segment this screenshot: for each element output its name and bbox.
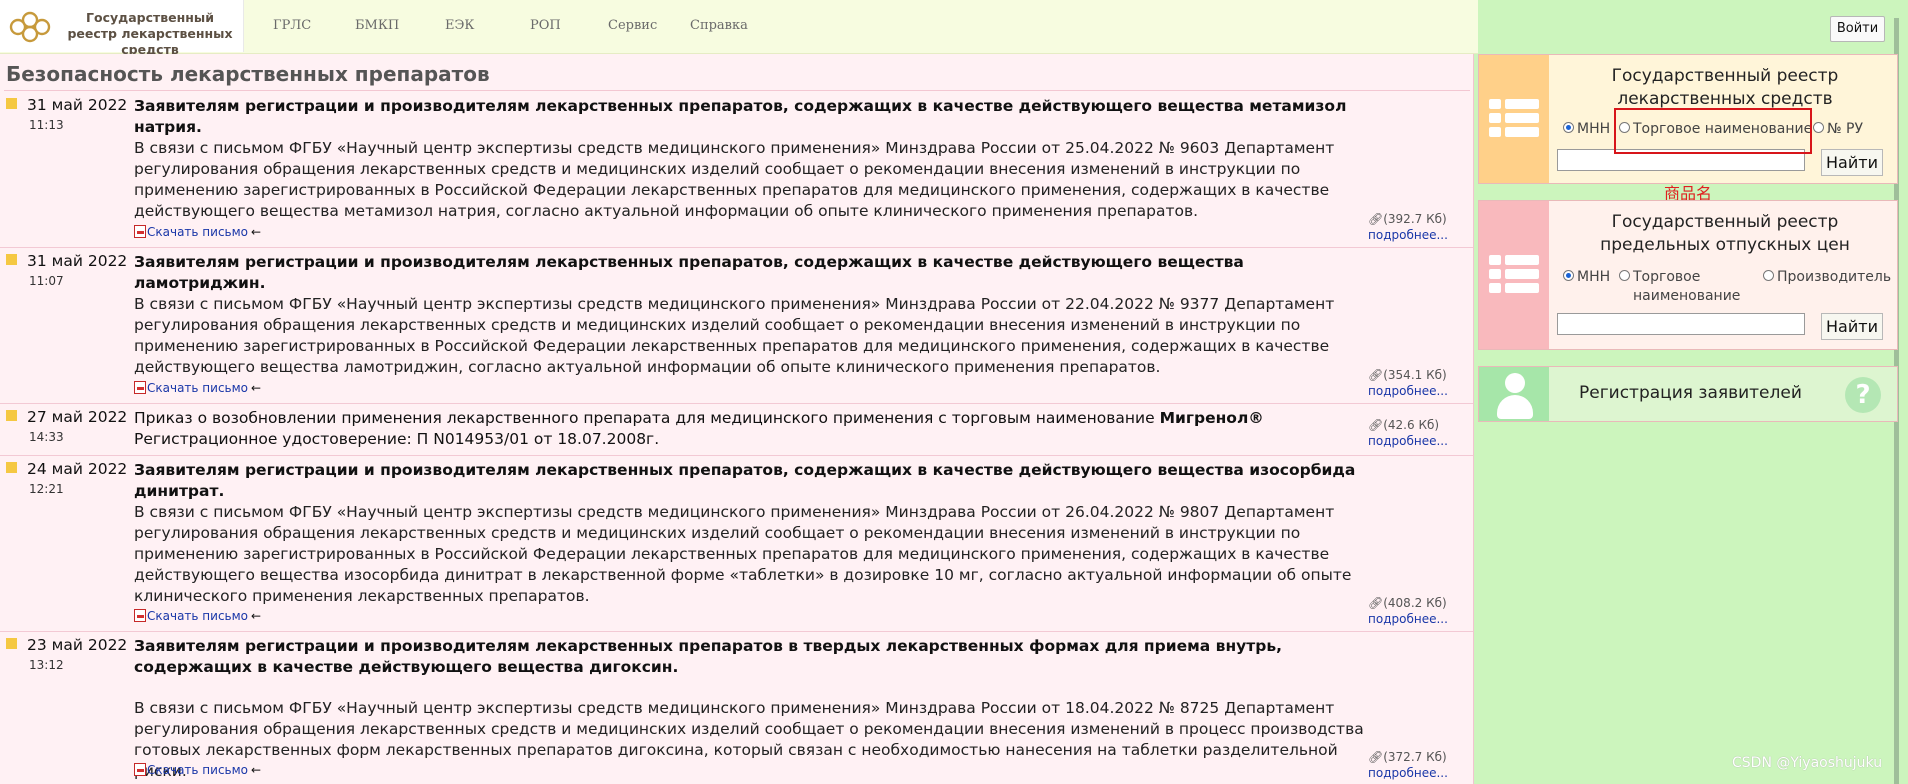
arrow-left-icon: ← — [251, 763, 262, 777]
news-bullet-icon — [6, 638, 17, 649]
news-headline: Заявителям регистрации и производителям … — [134, 461, 1356, 500]
news-time: 11:07 — [29, 274, 64, 288]
radio-dot-icon — [1813, 122, 1824, 133]
applicant-registration-box[interactable]: Регистрация заявителей ? — [1478, 366, 1898, 422]
arrow-left-icon: ← — [251, 381, 262, 395]
pdf-icon — [134, 225, 146, 238]
nav-rop[interactable]: РОП — [530, 18, 561, 33]
grls-side — [1479, 55, 1549, 183]
registration-label: Регистрация заявителей — [1579, 383, 1802, 403]
file-size: 🔗︎(354.1 Кб) — [1368, 368, 1447, 382]
site-logo-text: Государственный реестр лекарственных сре… — [67, 10, 233, 57]
download-letter-link[interactable]: Скачать письмо ← — [134, 381, 261, 395]
radio-dot-icon — [1619, 270, 1630, 281]
radio-trade-name-line2: наименование — [1633, 288, 1741, 304]
title-divider — [4, 90, 1470, 91]
top-bar: Государственный реестр лекарственных сре… — [0, 0, 1478, 57]
file-size: 🔗︎(372.7 Кб) — [1368, 750, 1447, 764]
news-body: В связи с письмом ФГБУ «Научный центр эк… — [134, 699, 1364, 780]
user-icon — [1505, 373, 1525, 393]
news-time: 13:12 — [29, 658, 64, 672]
list-icon — [1489, 99, 1539, 141]
news-headline: Заявителям регистрации и производителям … — [134, 97, 1347, 136]
radio-dot-icon — [1563, 122, 1574, 133]
news-bullet-icon — [6, 254, 17, 265]
radio-dot-icon — [1563, 270, 1574, 281]
trade-name: Мигренол® — [1159, 409, 1264, 427]
news-date: 23 май 2022 — [27, 636, 128, 654]
news-headline: Заявителям регистрации и производителям … — [134, 637, 1283, 676]
site-logo[interactable]: Государственный реестр лекарственных сре… — [0, 0, 244, 57]
file-size: 🔗︎(42.6 Кб) — [1368, 418, 1440, 432]
radio-manufacturer[interactable]: Производитель — [1763, 269, 1891, 285]
news-bullet-icon — [6, 462, 17, 473]
pdf-icon — [134, 381, 146, 394]
radio-ru-number[interactable]: № РУ — [1813, 121, 1863, 137]
more-link[interactable]: подробнее... — [1368, 434, 1448, 448]
download-letter-link[interactable]: Скачать письмо ← — [134, 609, 261, 623]
login-button[interactable]: Войти — [1830, 16, 1885, 42]
more-link[interactable]: подробнее... — [1368, 228, 1448, 242]
news-body: В связи с письмом ФГБУ «Научный центр эк… — [134, 139, 1335, 220]
news-headline: Заявителям регистрации и производителям … — [134, 253, 1244, 292]
nav-eek[interactable]: ЕЭК — [445, 18, 475, 33]
news-date: 27 май 2022 — [27, 408, 128, 426]
download-letter-link[interactable]: Скачать письмо ← — [134, 225, 261, 239]
news-body: В связи с письмом ФГБУ «Научный центр эк… — [134, 295, 1335, 376]
registration-side — [1479, 367, 1549, 421]
news-date: 24 май 2022 — [27, 460, 128, 478]
nav-help[interactable]: Справка — [690, 18, 748, 33]
news-time: 14:33 — [29, 430, 64, 444]
download-letter-link[interactable]: Скачать письмо ← — [134, 763, 261, 777]
news-time: 12:21 — [29, 482, 64, 496]
price-title: Государственный реестр предельных отпуск… — [1600, 212, 1850, 255]
radio-mnn[interactable]: МНН — [1563, 121, 1610, 137]
pdf-icon — [134, 609, 146, 622]
pdf-icon — [134, 763, 146, 776]
news-date: 31 май 2022 — [27, 96, 128, 114]
rings-logo-icon — [9, 11, 51, 43]
section-title: Безопасность лекарственных препаратов — [6, 62, 490, 86]
download-label: Скачать письмо — [147, 225, 249, 239]
price-find-button[interactable]: Найти — [1821, 313, 1883, 340]
more-link[interactable]: подробнее... — [1368, 612, 1448, 626]
nav-grls[interactable]: ГРЛС — [273, 18, 311, 33]
download-label: Скачать письмо — [147, 381, 249, 395]
news-column: Безопасность лекарственных препаратов 31… — [0, 54, 1474, 784]
nav-service[interactable]: Сервис — [608, 18, 657, 33]
news-bullet-icon — [6, 410, 17, 421]
news-bullet-icon — [6, 98, 17, 109]
news-item: 31 май 2022 11:13 Заявителям регистрации… — [0, 92, 1473, 248]
news-time: 11:13 — [29, 118, 64, 132]
nav-bmkp[interactable]: БМКП — [355, 18, 399, 33]
radio-dot-icon — [1763, 270, 1774, 281]
news-item: 27 май 2022 14:33 Приказ о возобновлении… — [0, 404, 1473, 456]
radio-mnn[interactable]: МНН — [1563, 269, 1610, 285]
arrow-left-icon: ← — [251, 609, 262, 623]
more-link[interactable]: подробнее... — [1368, 384, 1448, 398]
price-side — [1479, 201, 1549, 349]
news-body: В связи с письмом ФГБУ «Научный центр эк… — [134, 503, 1352, 605]
news-item: 23 май 2022 13:12 Заявителям регистрации… — [0, 632, 1473, 784]
list-icon — [1489, 255, 1539, 297]
grls-title: Государственный реестр лекарственных сре… — [1611, 66, 1839, 109]
radio-trade-name[interactable]: Торговое — [1619, 269, 1700, 285]
price-search-input[interactable] — [1557, 313, 1805, 335]
more-link[interactable]: подробнее... — [1368, 766, 1448, 780]
news-date: 31 май 2022 — [27, 252, 128, 270]
grls-find-button[interactable]: Найти — [1821, 149, 1883, 176]
user-icon-body — [1497, 395, 1533, 419]
news-item: 31 май 2022 11:07 Заявителям регистрации… — [0, 248, 1473, 404]
highlight-box — [1614, 108, 1812, 154]
watermark: CSDN @Yiyaoshujuku — [1732, 755, 1883, 771]
download-label: Скачать письмо — [147, 609, 249, 623]
news-headline: Приказ о возобновлении применения лекарс… — [134, 409, 1264, 448]
file-size: 🔗︎(392.7 Кб) — [1368, 212, 1447, 226]
news-item: 24 май 2022 12:21 Заявителям регистрации… — [0, 456, 1473, 632]
arrow-left-icon: ← — [251, 225, 262, 239]
price-search-box: Государственный реестр предельных отпуск… — [1478, 200, 1898, 350]
download-label: Скачать письмо — [147, 763, 249, 777]
help-icon[interactable]: ? — [1845, 377, 1881, 413]
file-size: 🔗︎(408.2 Кб) — [1368, 596, 1447, 610]
